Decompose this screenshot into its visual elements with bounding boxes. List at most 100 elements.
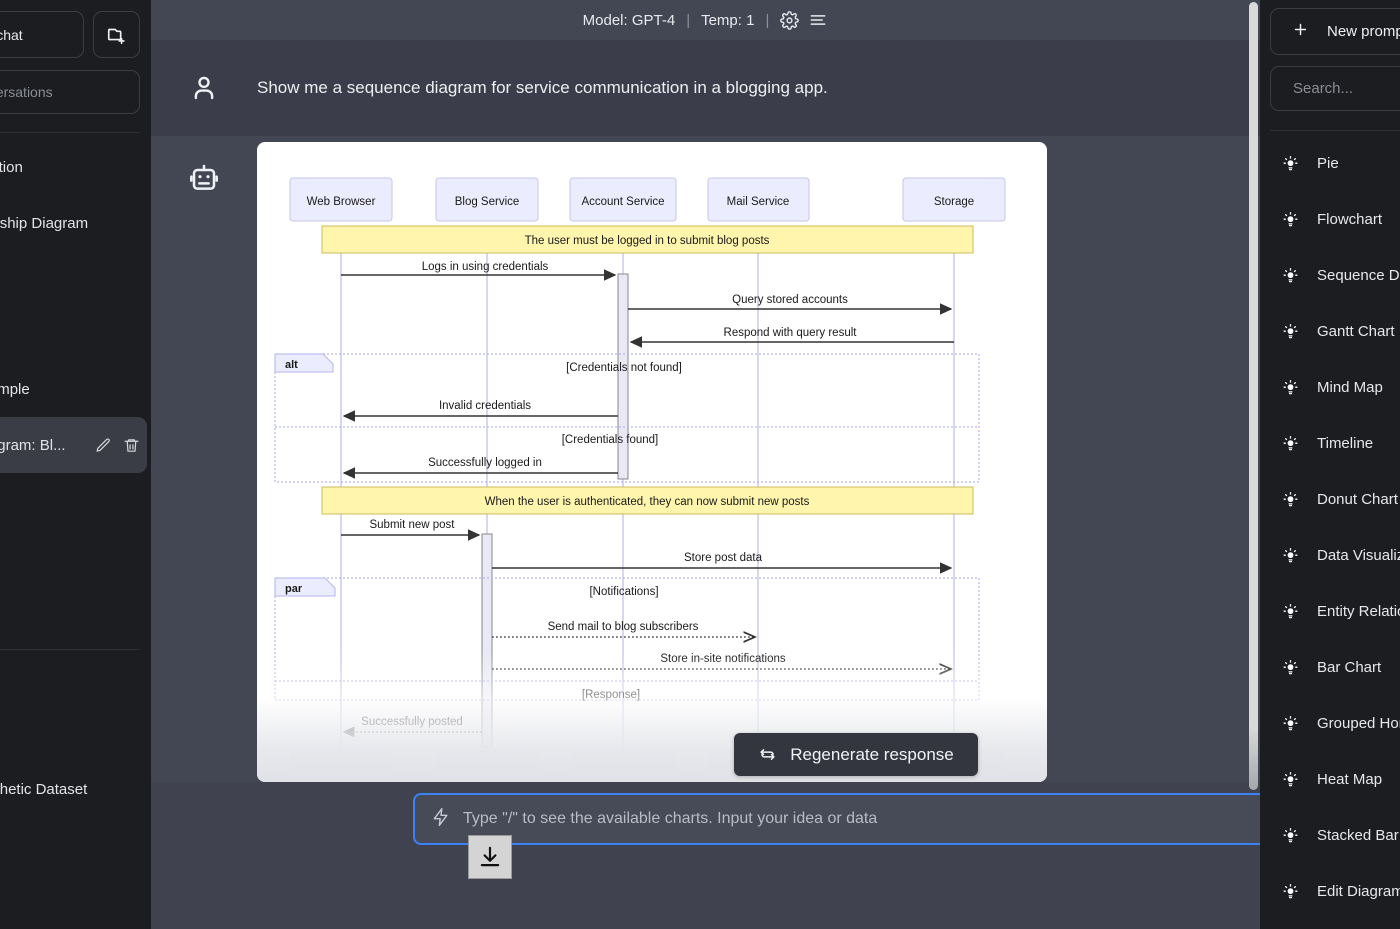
svg-text:[Notifications]: [Notifications] <box>589 586 658 598</box>
prompt-item-gantt-chart[interactable]: Gantt Chart <box>1260 303 1400 359</box>
trash-icon <box>123 437 140 454</box>
regenerate-response-label: Regenerate response <box>790 745 954 765</box>
new-folder-button[interactable] <box>93 11 140 58</box>
prompt-item-bar-chart[interactable]: Bar Chart <box>1260 639 1400 695</box>
conversation-item-sequence-diagram[interactable]: Sequence Diagram: Bl... <box>0 417 147 473</box>
prompt-item-label: Bar Chart <box>1317 659 1381 676</box>
download-diagram-button[interactable] <box>468 835 512 879</box>
pencil-icon <box>95 437 112 454</box>
prompt-item-pie[interactable]: Pie <box>1260 135 1400 191</box>
lightbulb-icon <box>1282 267 1299 284</box>
prompt-item-flowchart[interactable]: Flowchart <box>1260 191 1400 247</box>
download-icon <box>477 844 503 870</box>
sidebar-section-conversations[interactable]: Conversations <box>0 650 151 706</box>
chat-scroll-area: Show me a sequence diagram for service c… <box>151 40 1260 790</box>
svg-text:Successfully posted: Successfully posted <box>361 716 463 728</box>
chat-topbar: Model: GPT-4 | Temp: 1 | <box>151 0 1260 40</box>
app-root: New chat Search conversations Data Visua… <box>0 0 1400 929</box>
lightbulb-icon <box>1282 155 1299 172</box>
prompt-item-sequence-diagram[interactable]: Sequence Diagram <box>1260 247 1400 303</box>
conversation-item-entity-relationship-diagram[interactable]: Entity Relationship Diagram <box>0 195 151 251</box>
lightbulb-icon <box>1282 771 1299 788</box>
conversation-label: Sequence Diagram: Bl... <box>0 437 87 454</box>
chat-scrollbar-thumb[interactable] <box>1249 2 1258 790</box>
temperature-label: Temp: 1 <box>701 12 754 29</box>
svg-text:The user must be logged in to: The user must be logged in to submit blo… <box>525 235 770 247</box>
conversation-item-bar-chart-example[interactable]: Bar Chart Example <box>0 361 151 417</box>
user-avatar <box>151 73 257 103</box>
svg-text:Logs in using credentials: Logs in using credentials <box>422 261 549 273</box>
new-chat-button[interactable]: New chat <box>0 11 84 58</box>
sequence-diagram-svg: Web Browser Blog Service Account Service… <box>257 142 1047 782</box>
edit-conversation-button[interactable] <box>95 437 112 454</box>
prompt-item-label: Grouped Horizontal Bar <box>1317 715 1400 732</box>
prompt-item-grouped-horizontal-bar[interactable]: Grouped Horizontal Bar <box>1260 695 1400 751</box>
svg-text:[Credentials not found]: [Credentials not found] <box>566 362 682 374</box>
prompt-item-stacked-bar-chart[interactable]: Stacked Bar Chart <box>1260 807 1400 863</box>
chat-scrollbar[interactable] <box>1249 2 1258 790</box>
right-sidebar: New prompt Search... Pie Flowchart <box>1260 0 1400 929</box>
prompt-item-label: Flowchart <box>1317 211 1382 228</box>
menu-button[interactable] <box>808 10 828 30</box>
svg-text:[Credentials found]: [Credentials found] <box>562 434 659 446</box>
prompt-list: Pie Flowchart Sequence Diagram <box>1260 131 1400 919</box>
new-chat-label: New chat <box>0 27 23 43</box>
regenerate-response-button[interactable]: Regenerate response <box>734 733 978 776</box>
prompt-item-mind-map[interactable]: Mind Map <box>1260 359 1400 415</box>
prompt-item-label: Pie <box>1317 155 1339 172</box>
main-chat-panel: Model: GPT-4 | Temp: 1 | <box>151 0 1260 929</box>
prompt-item-heat-map[interactable]: Heat Map <box>1260 751 1400 807</box>
prompt-item-edit-diagram[interactable]: Edit Diagram <box>1260 863 1400 919</box>
bot-message-row: Web Browser Blog Service Account Service… <box>151 136 1260 782</box>
chat-input-placeholder[interactable]: Type "/" to see the available charts. In… <box>451 810 1260 828</box>
refresh-icon <box>758 745 777 764</box>
prompt-item-label: Heat Map <box>1317 771 1382 788</box>
section-label-text: Generate Synthetic Dataset <box>0 781 87 798</box>
lightbulb-icon <box>1282 379 1299 396</box>
prompt-item-donut-chart[interactable]: Donut Chart <box>1260 471 1400 527</box>
topbar-separator-1: | <box>686 12 690 29</box>
conversation-item-data-visualization[interactable]: Data Visualization <box>0 139 151 195</box>
prompt-item-data-visualization[interactable]: Data Visualization <box>1260 527 1400 583</box>
sequence-diagram-card[interactable]: Web Browser Blog Service Account Service… <box>257 142 1047 782</box>
svg-text:Submit new post: Submit new post <box>369 519 455 531</box>
plus-icon <box>1292 21 1309 42</box>
settings-button[interactable] <box>780 11 799 30</box>
new-prompt-button[interactable]: New prompt <box>1270 8 1400 55</box>
conversation-label: Bar Chart Example <box>0 381 140 398</box>
prompt-item-entity-relationship-diagram[interactable]: Entity Relationship Diagram <box>1260 583 1400 639</box>
prompt-item-label: Data Visualization <box>1317 547 1400 564</box>
lightbulb-icon <box>1282 211 1299 228</box>
conversation-search-placeholder: Search conversations <box>0 84 53 100</box>
svg-text:Storage: Storage <box>934 196 974 208</box>
lightbulb-icon <box>1282 883 1299 900</box>
delete-conversation-button[interactable] <box>123 437 140 454</box>
sidebar-section-synthetic-dataset[interactable]: Generate Synthetic Dataset <box>0 761 151 817</box>
conversation-list: Data Visualization Entity Relationship D… <box>0 133 151 473</box>
bot-avatar <box>151 136 257 782</box>
prompt-item-timeline[interactable]: Timeline <box>1260 415 1400 471</box>
gear-icon <box>780 11 799 30</box>
lightbulb-icon <box>1282 547 1299 564</box>
prompt-item-label: Entity Relationship Diagram <box>1317 603 1400 620</box>
prompt-search-input[interactable]: Search... <box>1270 66 1400 111</box>
model-label: Model: GPT-4 <box>583 12 676 29</box>
svg-text:Send mail to blog subscribers: Send mail to blog subscribers <box>548 621 699 633</box>
svg-text:Web Browser: Web Browser <box>307 196 376 208</box>
conversation-search-input[interactable]: Search conversations <box>0 70 140 114</box>
prompt-item-label: Mind Map <box>1317 379 1383 396</box>
lightbulb-icon <box>1282 435 1299 452</box>
new-prompt-label: New prompt <box>1327 23 1400 40</box>
conversation-label: Data Visualization <box>0 159 140 176</box>
prompt-item-label: Stacked Bar Chart <box>1317 827 1400 844</box>
svg-text:When the user is authenticated: When the user is authenticated, they can… <box>485 496 810 508</box>
svg-text:Account Service: Account Service <box>581 196 664 208</box>
svg-text:[Response]: [Response] <box>582 689 640 701</box>
user-avatar-icon <box>189 73 219 103</box>
composer-area: Type "/" to see the available charts. In… <box>151 790 1260 929</box>
lightning-bolt-icon <box>431 807 451 832</box>
svg-text:Blog Service: Blog Service <box>455 196 520 208</box>
chat-input-wrapper[interactable]: Type "/" to see the available charts. In… <box>413 793 1260 845</box>
prompt-item-label: Edit Diagram <box>1317 883 1400 900</box>
svg-text:Query stored accounts: Query stored accounts <box>732 294 848 306</box>
